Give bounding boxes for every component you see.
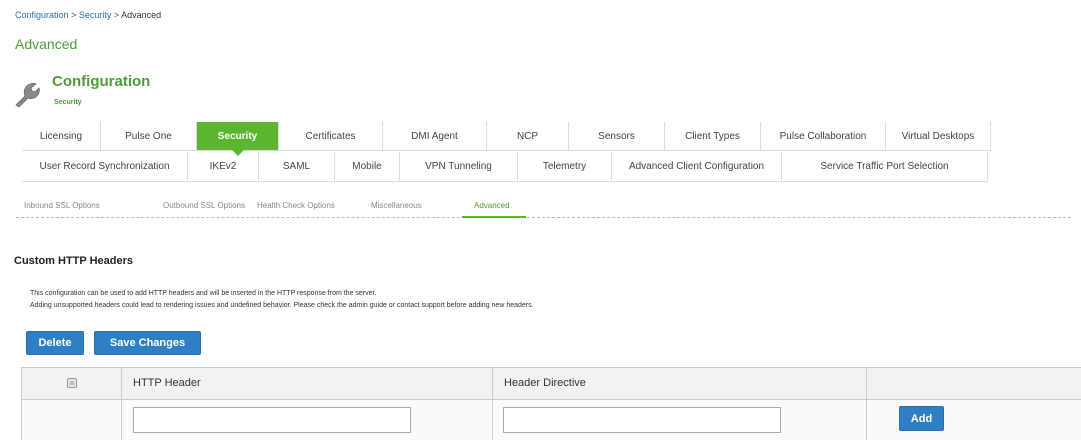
tab-mobile[interactable]: Mobile: [335, 152, 400, 181]
tab-vpn-tunneling[interactable]: VPN Tunneling: [400, 152, 518, 181]
page-title: Advanced: [15, 36, 78, 52]
tab-sensors[interactable]: Sensors: [569, 122, 665, 150]
header-directive-cell: [493, 400, 867, 440]
select-all-checkbox-icon[interactable]: [67, 378, 77, 388]
tab-ncp[interactable]: NCP: [487, 122, 569, 150]
tab-pulse-collaboration[interactable]: Pulse Collaboration: [761, 122, 886, 150]
row-checkbox-cell: [22, 400, 122, 440]
section-description-line2: Adding unsupported headers could lead to…: [30, 302, 534, 309]
tab-certificates[interactable]: Certificates: [279, 122, 383, 150]
active-subtab-indicator: [462, 216, 526, 218]
tab-dmi-agent[interactable]: DMI Agent: [383, 122, 487, 150]
select-all-column: [22, 368, 122, 399]
tab-virtual-desktops[interactable]: Virtual Desktops: [886, 122, 991, 150]
tab-security[interactable]: Security: [197, 122, 279, 156]
subtab-inbound-ssl-options[interactable]: Inbound SSL Options: [24, 201, 100, 210]
subtab-health-check-options[interactable]: Health Check Options: [257, 201, 335, 210]
http-header-input[interactable]: [133, 407, 411, 433]
breadcrumb: Configuration > Security > Advanced: [15, 10, 161, 20]
tab-saml[interactable]: SAML: [259, 152, 335, 181]
section-description-line1: This configuration can be used to add HT…: [30, 290, 377, 297]
http-header-column-label: HTTP Header: [133, 377, 201, 389]
save-changes-button[interactable]: Save Changes: [94, 331, 201, 355]
header-directive-column-label: Header Directive: [504, 377, 586, 389]
subtab-miscellaneous[interactable]: Miscellaneous: [371, 201, 422, 210]
tab-user-record-synchronization[interactable]: User Record Synchronization: [22, 152, 188, 181]
table-header-row: HTTP Header Header Directive: [22, 368, 1081, 400]
delete-button[interactable]: Delete: [26, 331, 84, 355]
add-cell: Add: [867, 400, 1081, 440]
config-subtitle: Security: [54, 99, 82, 106]
wrench-icon: [15, 82, 40, 108]
tab-licensing[interactable]: Licensing: [22, 122, 101, 150]
tab-telemetry[interactable]: Telemetry: [518, 152, 612, 181]
tabs-row-secondary: User Record Synchronization IKEv2 SAML M…: [22, 152, 988, 182]
actions-column: [867, 368, 1081, 399]
tab-client-types[interactable]: Client Types: [665, 122, 761, 150]
http-header-column: HTTP Header: [122, 368, 493, 399]
section-title: Custom HTTP Headers: [14, 255, 133, 267]
tab-ikev2[interactable]: IKEv2: [188, 152, 259, 181]
subtab-outbound-ssl-options[interactable]: Outbound SSL Options: [163, 201, 245, 210]
breadcrumb-current: Advanced: [121, 10, 162, 20]
breadcrumb-separator: >: [113, 10, 120, 20]
tab-pulse-one[interactable]: Pulse One: [101, 122, 197, 150]
config-header: Configuration Security: [12, 70, 212, 112]
table-row: Add: [22, 400, 1081, 440]
breadcrumb-security[interactable]: Security: [79, 10, 112, 20]
tab-advanced-client-configuration[interactable]: Advanced Client Configuration: [612, 152, 782, 181]
add-button[interactable]: Add: [899, 406, 944, 431]
breadcrumb-configuration[interactable]: Configuration: [15, 10, 69, 20]
subtab-bar: Inbound SSL Options Outbound SSL Options…: [16, 196, 1071, 218]
tab-service-traffic-port-selection[interactable]: Service Traffic Port Selection: [782, 152, 988, 181]
header-directive-column: Header Directive: [493, 368, 867, 399]
headers-table: HTTP Header Header Directive Add: [21, 367, 1081, 440]
subtab-advanced[interactable]: Advanced: [474, 201, 510, 210]
breadcrumb-separator: >: [71, 10, 77, 20]
config-title: Configuration: [52, 73, 151, 90]
http-header-cell: [122, 400, 493, 440]
header-directive-input[interactable]: [503, 407, 781, 433]
tabs-row-primary: Licensing Pulse One Security Certificate…: [22, 122, 991, 156]
